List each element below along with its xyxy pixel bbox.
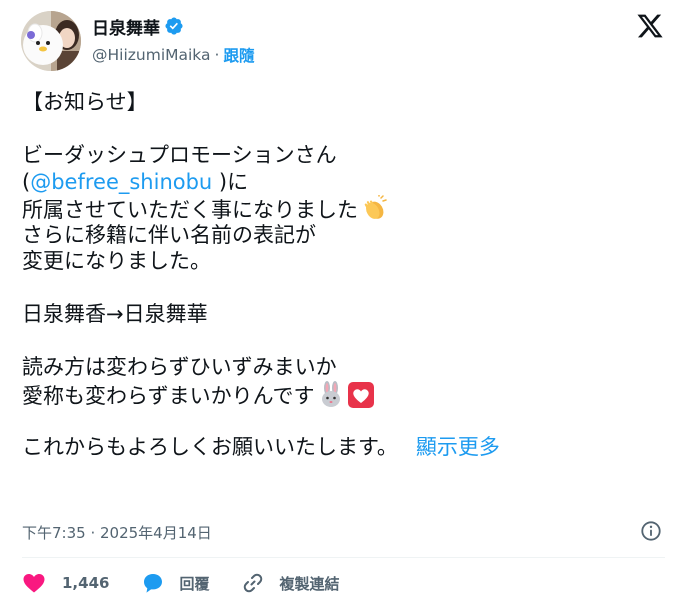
- post-line: ビーダッシュプロモーションさん: [22, 143, 337, 167]
- avatar-image: [21, 11, 81, 71]
- author-name-row[interactable]: 日泉舞華: [92, 14, 184, 39]
- post-body: 【お知らせ】 ビーダッシュプロモーションさん (@befree_shinobu …: [22, 89, 642, 460]
- reply-button[interactable]: 回覆: [141, 571, 209, 595]
- tweet-card: 日泉舞華 @HiizumiMaika · 跟隨 【お知らせ】 ビーダッシュプロモ…: [0, 0, 685, 605]
- avatar[interactable]: [21, 11, 81, 71]
- divider: [22, 557, 665, 558]
- post-line-text: 所属させていただく事になりました: [22, 198, 358, 222]
- clapping-hands-icon: [360, 194, 388, 223]
- post-line-mention: (@befree_shinobu )に: [22, 169, 642, 196]
- mention-link[interactable]: @befree_shinobu: [30, 170, 212, 194]
- follow-button[interactable]: 跟隨: [223, 44, 254, 66]
- post-line: 【お知らせ】: [22, 90, 148, 114]
- verified-badge-icon: [164, 16, 184, 36]
- post-line-text: これからもよろしくお願いいたします。: [22, 434, 398, 459]
- post-line-last: これからもよろしくお願いいたします。 顯示更多: [22, 434, 642, 461]
- post-line: 変更になりました。: [22, 249, 211, 273]
- post-line: 日泉舞香→日泉舞華: [22, 302, 208, 326]
- like-count: 1,446: [62, 574, 110, 592]
- paren-close: )に: [212, 169, 249, 194]
- handle-separator: ·: [214, 46, 220, 64]
- heart-icon: [347, 381, 375, 409]
- info-icon[interactable]: [640, 520, 662, 542]
- post-line: 読み方は変わらずひいずみまいか: [22, 355, 337, 379]
- post-line: さらに移籍に伴い名前の表記が: [22, 222, 316, 247]
- x-logo-icon[interactable]: [636, 12, 664, 40]
- post-line-text: 愛称も変わらずまいかりんです: [22, 383, 315, 408]
- author-display-name[interactable]: 日泉舞華: [92, 14, 160, 39]
- reply-label: 回覆: [179, 574, 210, 593]
- show-more-link[interactable]: 顯示更多: [416, 435, 500, 459]
- like-button[interactable]: 1,446: [22, 571, 109, 595]
- rabbit-face-icon: [317, 380, 345, 409]
- copy-link-button[interactable]: 複製連結: [241, 571, 339, 595]
- reply-bubble-icon: [144, 574, 163, 593]
- post-timestamp[interactable]: 下午7:35 · 2025年4月14日: [22, 522, 212, 543]
- paren-open: (: [22, 169, 31, 194]
- author-handle-row: @HiizumiMaika · 跟隨: [92, 44, 254, 66]
- copy-link-label: 複製連結: [279, 574, 340, 593]
- action-bar: 1,446 回覆 複製連結: [22, 568, 371, 598]
- author-handle[interactable]: @HiizumiMaika: [92, 46, 211, 64]
- post-line-with-emoji: 所属させていただく事になりました: [22, 194, 642, 223]
- link-icon: [244, 573, 263, 593]
- heart-filled-icon: [23, 574, 45, 593]
- post-line-with-emoji: 愛称も変わらずまいかりんです: [22, 380, 642, 409]
